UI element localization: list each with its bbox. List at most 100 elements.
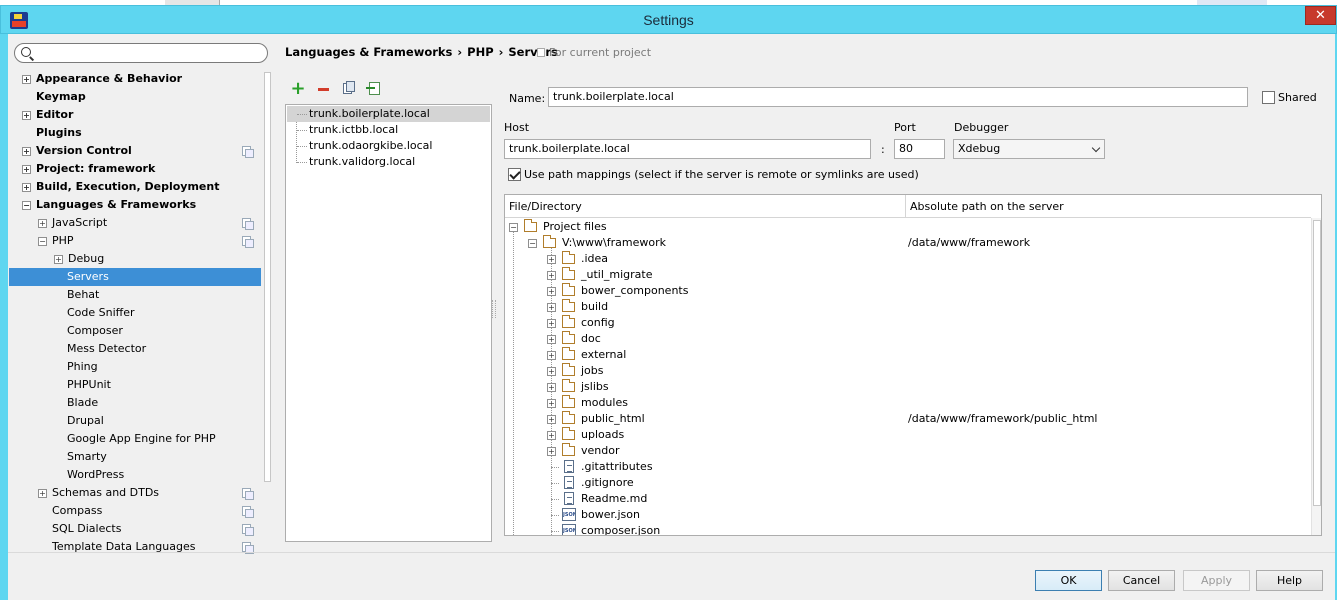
table-row[interactable]: + .idea bbox=[505, 251, 1311, 267]
table-row[interactable]: JSON bower.json bbox=[505, 507, 1311, 523]
table-scrollbar[interactable] bbox=[1311, 218, 1321, 535]
expand-icon[interactable]: + bbox=[22, 111, 31, 120]
expand-icon[interactable]: + bbox=[22, 75, 31, 84]
server-list-item[interactable]: trunk.validorg.local bbox=[287, 154, 490, 170]
tree-item[interactable]: + Project: framework bbox=[9, 160, 261, 178]
expand-icon[interactable]: + bbox=[22, 183, 31, 192]
name-field[interactable]: trunk.boilerplate.local bbox=[548, 87, 1248, 107]
shared-checkbox[interactable] bbox=[1262, 91, 1275, 104]
collapse-icon[interactable]: − bbox=[528, 239, 537, 248]
tree-item[interactable]: − Languages & Frameworks bbox=[9, 196, 261, 214]
tree-item[interactable]: + Version Control bbox=[9, 142, 261, 160]
expand-icon[interactable]: + bbox=[547, 351, 556, 360]
table-row[interactable]: Readme.md bbox=[505, 491, 1311, 507]
column-header-file-directory[interactable]: File/Directory bbox=[509, 200, 582, 213]
tree-item[interactable]: Plugins bbox=[9, 124, 261, 142]
scrollbar-thumb[interactable] bbox=[264, 72, 271, 482]
table-row[interactable]: − Project files bbox=[505, 219, 1311, 235]
close-button[interactable]: ✕ bbox=[1305, 6, 1336, 25]
table-row[interactable]: + public_html/data/www/framework/public_h… bbox=[505, 411, 1311, 427]
ok-button[interactable]: OK bbox=[1035, 570, 1102, 591]
expand-icon[interactable]: + bbox=[547, 447, 556, 456]
expand-icon[interactable]: + bbox=[38, 219, 47, 228]
expand-icon[interactable]: + bbox=[547, 415, 556, 424]
add-icon[interactable]: + bbox=[290, 80, 306, 98]
expand-icon[interactable]: + bbox=[547, 255, 556, 264]
tree-item[interactable]: Drupal bbox=[9, 412, 261, 430]
scrollbar-thumb[interactable] bbox=[1313, 220, 1321, 506]
tree-item[interactable]: + Debug bbox=[9, 250, 261, 268]
table-row[interactable]: + vendor bbox=[505, 443, 1311, 459]
apply-button[interactable]: Apply bbox=[1183, 570, 1250, 591]
use-path-mappings-checkbox[interactable] bbox=[508, 168, 521, 181]
tree-item[interactable]: Keymap bbox=[9, 88, 261, 106]
remove-icon[interactable] bbox=[316, 81, 332, 97]
table-row[interactable]: − V:\www\framework/data/www/framework bbox=[505, 235, 1311, 251]
import-icon[interactable] bbox=[366, 81, 382, 97]
debugger-select[interactable]: Xdebug bbox=[953, 139, 1105, 159]
tree-item[interactable]: SQL Dialects bbox=[9, 520, 261, 538]
table-row[interactable]: + _util_migrate bbox=[505, 267, 1311, 283]
tree-item[interactable]: + JavaScript bbox=[9, 214, 261, 232]
tree-item[interactable]: − PHP bbox=[9, 232, 261, 250]
expand-icon[interactable]: + bbox=[547, 287, 556, 296]
help-button[interactable]: Help bbox=[1256, 570, 1323, 591]
tree-item[interactable]: + Appearance & Behavior bbox=[9, 70, 261, 88]
table-row[interactable]: + modules bbox=[505, 395, 1311, 411]
tree-item[interactable]: Code Sniffer bbox=[9, 304, 261, 322]
tree-item[interactable]: Smarty bbox=[9, 448, 261, 466]
expand-icon[interactable]: + bbox=[547, 431, 556, 440]
expand-icon[interactable]: + bbox=[547, 271, 556, 280]
tree-item[interactable]: Mess Detector bbox=[9, 340, 261, 358]
tree-scrollbar[interactable] bbox=[263, 70, 272, 552]
table-row[interactable]: + jslibs bbox=[505, 379, 1311, 395]
expand-icon[interactable]: + bbox=[22, 147, 31, 156]
tree-item[interactable]: + Schemas and DTDs bbox=[9, 484, 261, 502]
cancel-button[interactable]: Cancel bbox=[1108, 570, 1175, 591]
server-path-cell[interactable]: /data/www/framework/public_html bbox=[908, 411, 1097, 427]
collapse-icon[interactable]: − bbox=[38, 237, 47, 246]
tree-item[interactable]: PHPUnit bbox=[9, 376, 261, 394]
tree-item[interactable]: Compass bbox=[9, 502, 261, 520]
table-row[interactable]: + build bbox=[505, 299, 1311, 315]
column-divider[interactable] bbox=[905, 195, 906, 217]
table-row[interactable]: JSON composer.json bbox=[505, 523, 1311, 535]
collapse-icon[interactable]: − bbox=[509, 223, 518, 232]
server-list-item[interactable]: trunk.boilerplate.local bbox=[287, 106, 490, 122]
server-path-cell[interactable]: /data/www/framework bbox=[908, 235, 1030, 251]
table-row[interactable]: + external bbox=[505, 347, 1311, 363]
column-header-server-path[interactable]: Absolute path on the server bbox=[910, 200, 1064, 213]
server-list-item[interactable]: trunk.ictbb.local bbox=[287, 122, 490, 138]
expand-icon[interactable]: + bbox=[547, 303, 556, 312]
expand-icon[interactable]: + bbox=[22, 165, 31, 174]
expand-icon[interactable]: + bbox=[38, 489, 47, 498]
copy-icon[interactable] bbox=[341, 81, 357, 97]
table-row[interactable]: .gitignore bbox=[505, 475, 1311, 491]
search-input[interactable] bbox=[14, 43, 268, 63]
table-row[interactable]: + doc bbox=[505, 331, 1311, 347]
expand-icon[interactable]: + bbox=[54, 255, 63, 264]
tree-item[interactable]: + Editor bbox=[9, 106, 261, 124]
tree-item[interactable]: Behat bbox=[9, 286, 261, 304]
collapse-icon[interactable]: − bbox=[22, 201, 31, 210]
table-row[interactable]: + jobs bbox=[505, 363, 1311, 379]
table-row[interactable]: + config bbox=[505, 315, 1311, 331]
tree-item[interactable]: Servers bbox=[9, 268, 261, 286]
tree-item[interactable]: Blade bbox=[9, 394, 261, 412]
expand-icon[interactable]: + bbox=[547, 367, 556, 376]
table-row[interactable]: + uploads bbox=[505, 427, 1311, 443]
server-list-item[interactable]: trunk.odaorgkibe.local bbox=[287, 138, 490, 154]
tree-item[interactable]: Composer bbox=[9, 322, 261, 340]
host-field[interactable]: trunk.boilerplate.local bbox=[504, 139, 871, 159]
splitter-handle[interactable] bbox=[492, 300, 496, 318]
expand-icon[interactable]: + bbox=[547, 335, 556, 344]
table-row[interactable]: + bower_components bbox=[505, 283, 1311, 299]
tree-item[interactable]: Phing bbox=[9, 358, 261, 376]
expand-icon[interactable]: + bbox=[547, 399, 556, 408]
port-field[interactable]: 80 bbox=[894, 139, 945, 159]
tree-item[interactable]: Google App Engine for PHP bbox=[9, 430, 261, 448]
tree-item[interactable]: WordPress bbox=[9, 466, 261, 484]
table-row[interactable]: .gitattributes bbox=[505, 459, 1311, 475]
expand-icon[interactable]: + bbox=[547, 383, 556, 392]
expand-icon[interactable]: + bbox=[547, 319, 556, 328]
